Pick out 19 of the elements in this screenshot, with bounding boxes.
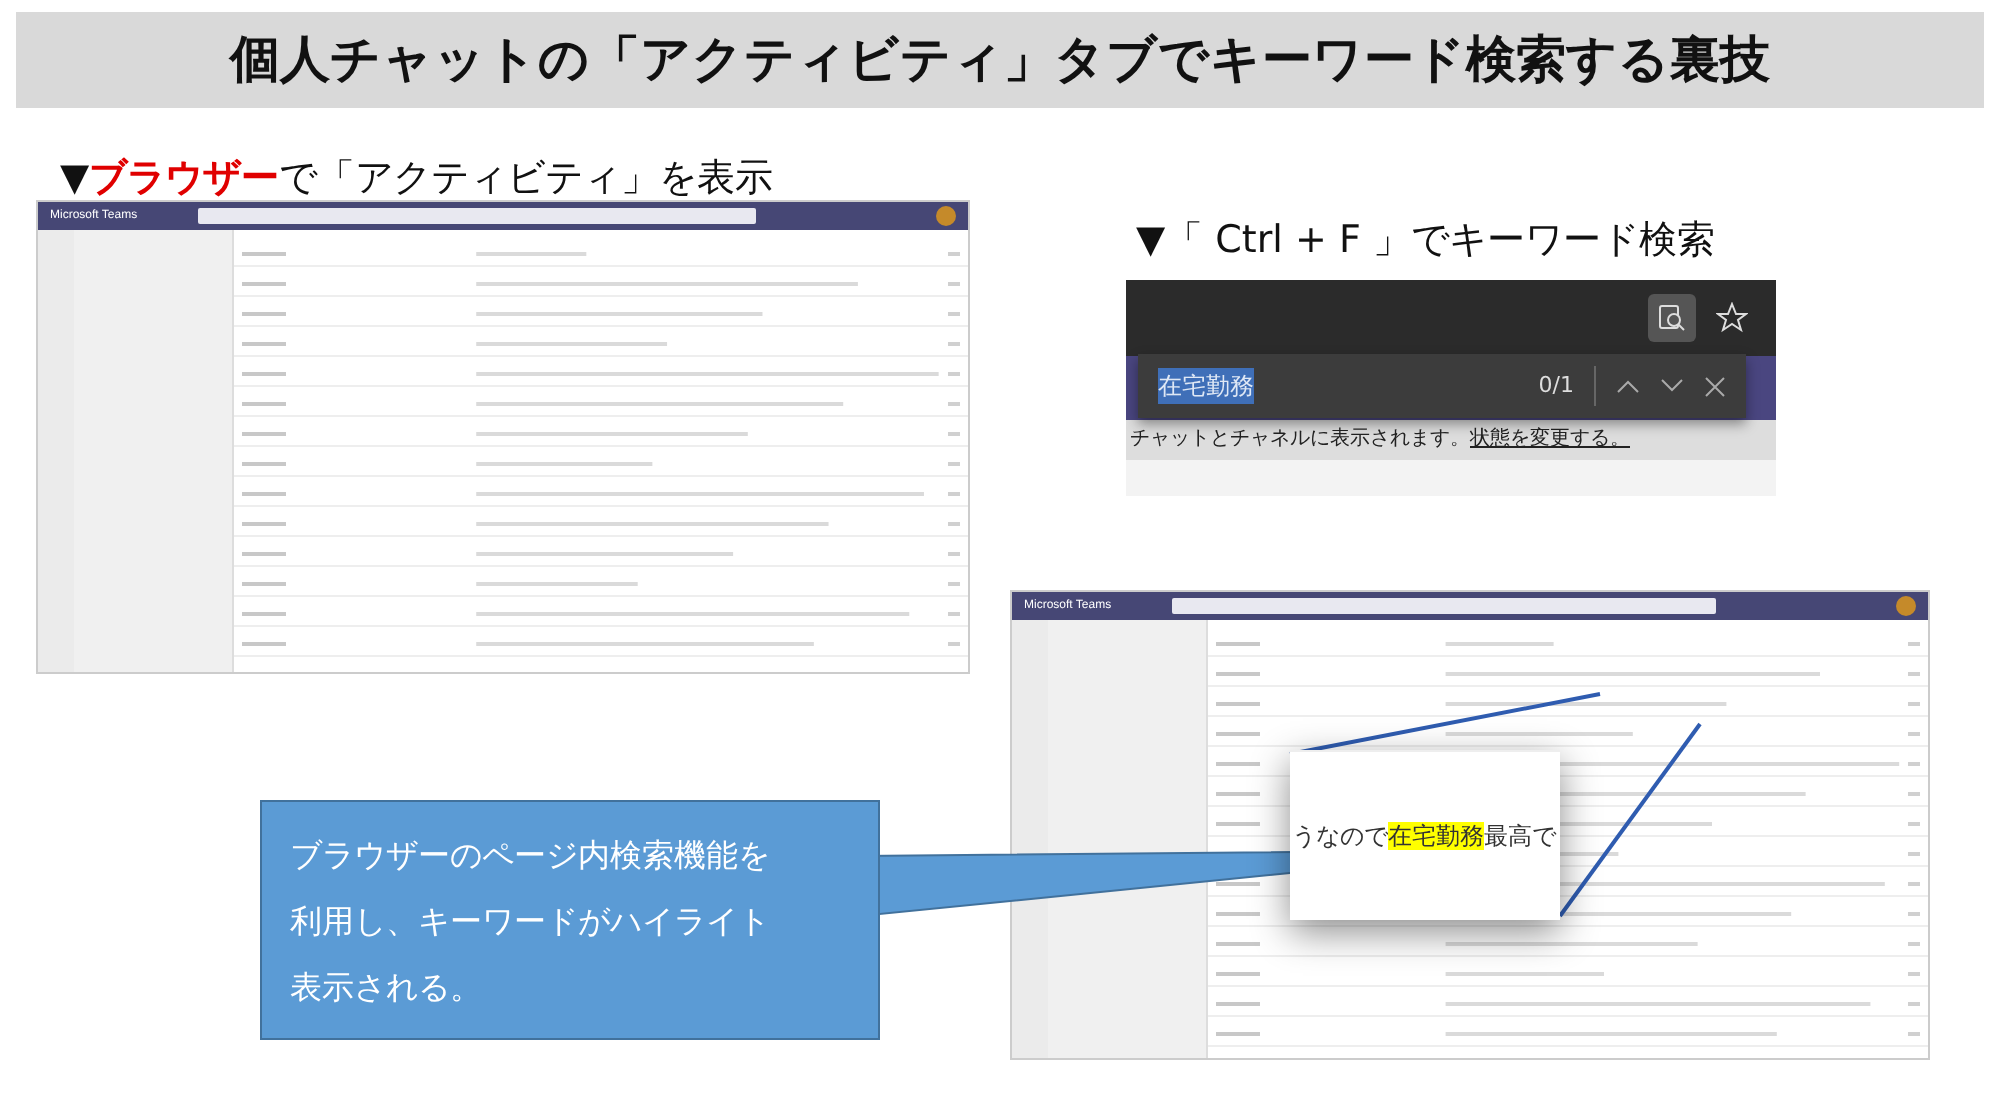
close-icon[interactable] — [1704, 375, 1726, 397]
search-field[interactable] — [197, 208, 756, 224]
find-query[interactable]: 在宅勤務 — [1158, 368, 1254, 404]
search-field[interactable] — [1171, 598, 1716, 614]
notice-text: チャットとチャネルに表示されます。 — [1130, 428, 1470, 450]
callout-text: ブラウザーのページ内検索機能を 利用し、キーワードがハイライト 表示される。 — [260, 800, 880, 1040]
find-button[interactable] — [1648, 294, 1696, 342]
slide-title: 個人チャットの「アクティビティ」タブでキーワード検索する裏技 — [16, 12, 1984, 108]
search-icon — [1658, 304, 1686, 332]
section-caption: ▼「 Ctrl + F 」でキーワード検索 — [1136, 216, 1715, 266]
avatar-icon[interactable] — [1896, 596, 1916, 616]
avatar-icon[interactable] — [936, 206, 956, 226]
match-count: 0/1 — [1538, 369, 1574, 402]
zoomed-text: うなので在宅勤務最高で — [1292, 820, 1556, 854]
section-caption: ▼ブラウザーで「アクティビティ」を表示 — [60, 154, 774, 204]
star-icon — [1716, 302, 1748, 334]
change-status-link[interactable]: 状態を変更する。 — [1470, 428, 1630, 450]
next-icon[interactable] — [1660, 378, 1684, 394]
previous-icon[interactable] — [1616, 378, 1640, 394]
